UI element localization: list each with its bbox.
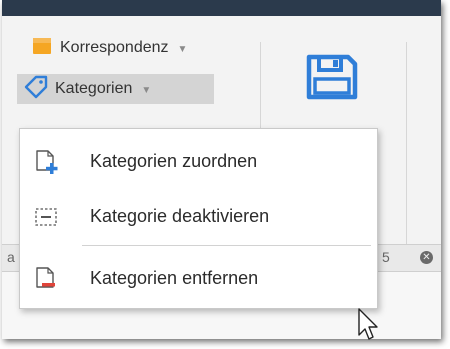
document-remove-icon xyxy=(33,266,59,297)
menu-item-kategorie-deaktivieren[interactable]: Kategorie deaktivieren xyxy=(20,194,377,238)
tag-icon xyxy=(23,75,49,104)
dashed-box-icon xyxy=(33,204,59,235)
menu-item-kategorien-entfernen[interactable]: Kategorien entfernen xyxy=(20,256,377,300)
tab-text-fragment: 5 xyxy=(382,249,390,265)
document-add-icon xyxy=(33,149,59,180)
ribbon-separator xyxy=(406,42,407,248)
korrespondenz-icon xyxy=(32,36,54,61)
chevron-down-icon: ▼ xyxy=(177,43,188,55)
menu-item-kategorien-zuordnen[interactable]: Kategorien zuordnen xyxy=(20,139,377,183)
kategorien-label: Kategorien xyxy=(55,80,133,97)
korrespondenz-button[interactable]: Korrespondenz ▼ xyxy=(26,33,195,63)
mouse-cursor-icon xyxy=(358,308,382,349)
menu-separator xyxy=(82,245,371,246)
menu-item-label: Kategorien zuordnen xyxy=(90,150,258,171)
korrespondenz-label: Korrespondenz xyxy=(60,39,169,56)
kategorien-button[interactable]: Kategorien ▼ xyxy=(17,74,214,104)
menu-item-label: Kategorien entfernen xyxy=(90,267,259,288)
kategorien-dropdown-menu: Kategorien zuordnen Kategorie deaktivier… xyxy=(19,128,378,309)
menu-item-label: Kategorie deaktivieren xyxy=(90,205,270,226)
tab-text-fragment: a xyxy=(7,249,15,265)
save-icon[interactable] xyxy=(306,54,358,105)
chevron-down-icon: ▼ xyxy=(141,84,152,96)
title-bar xyxy=(2,0,441,16)
close-icon[interactable]: ✕ xyxy=(420,251,433,264)
